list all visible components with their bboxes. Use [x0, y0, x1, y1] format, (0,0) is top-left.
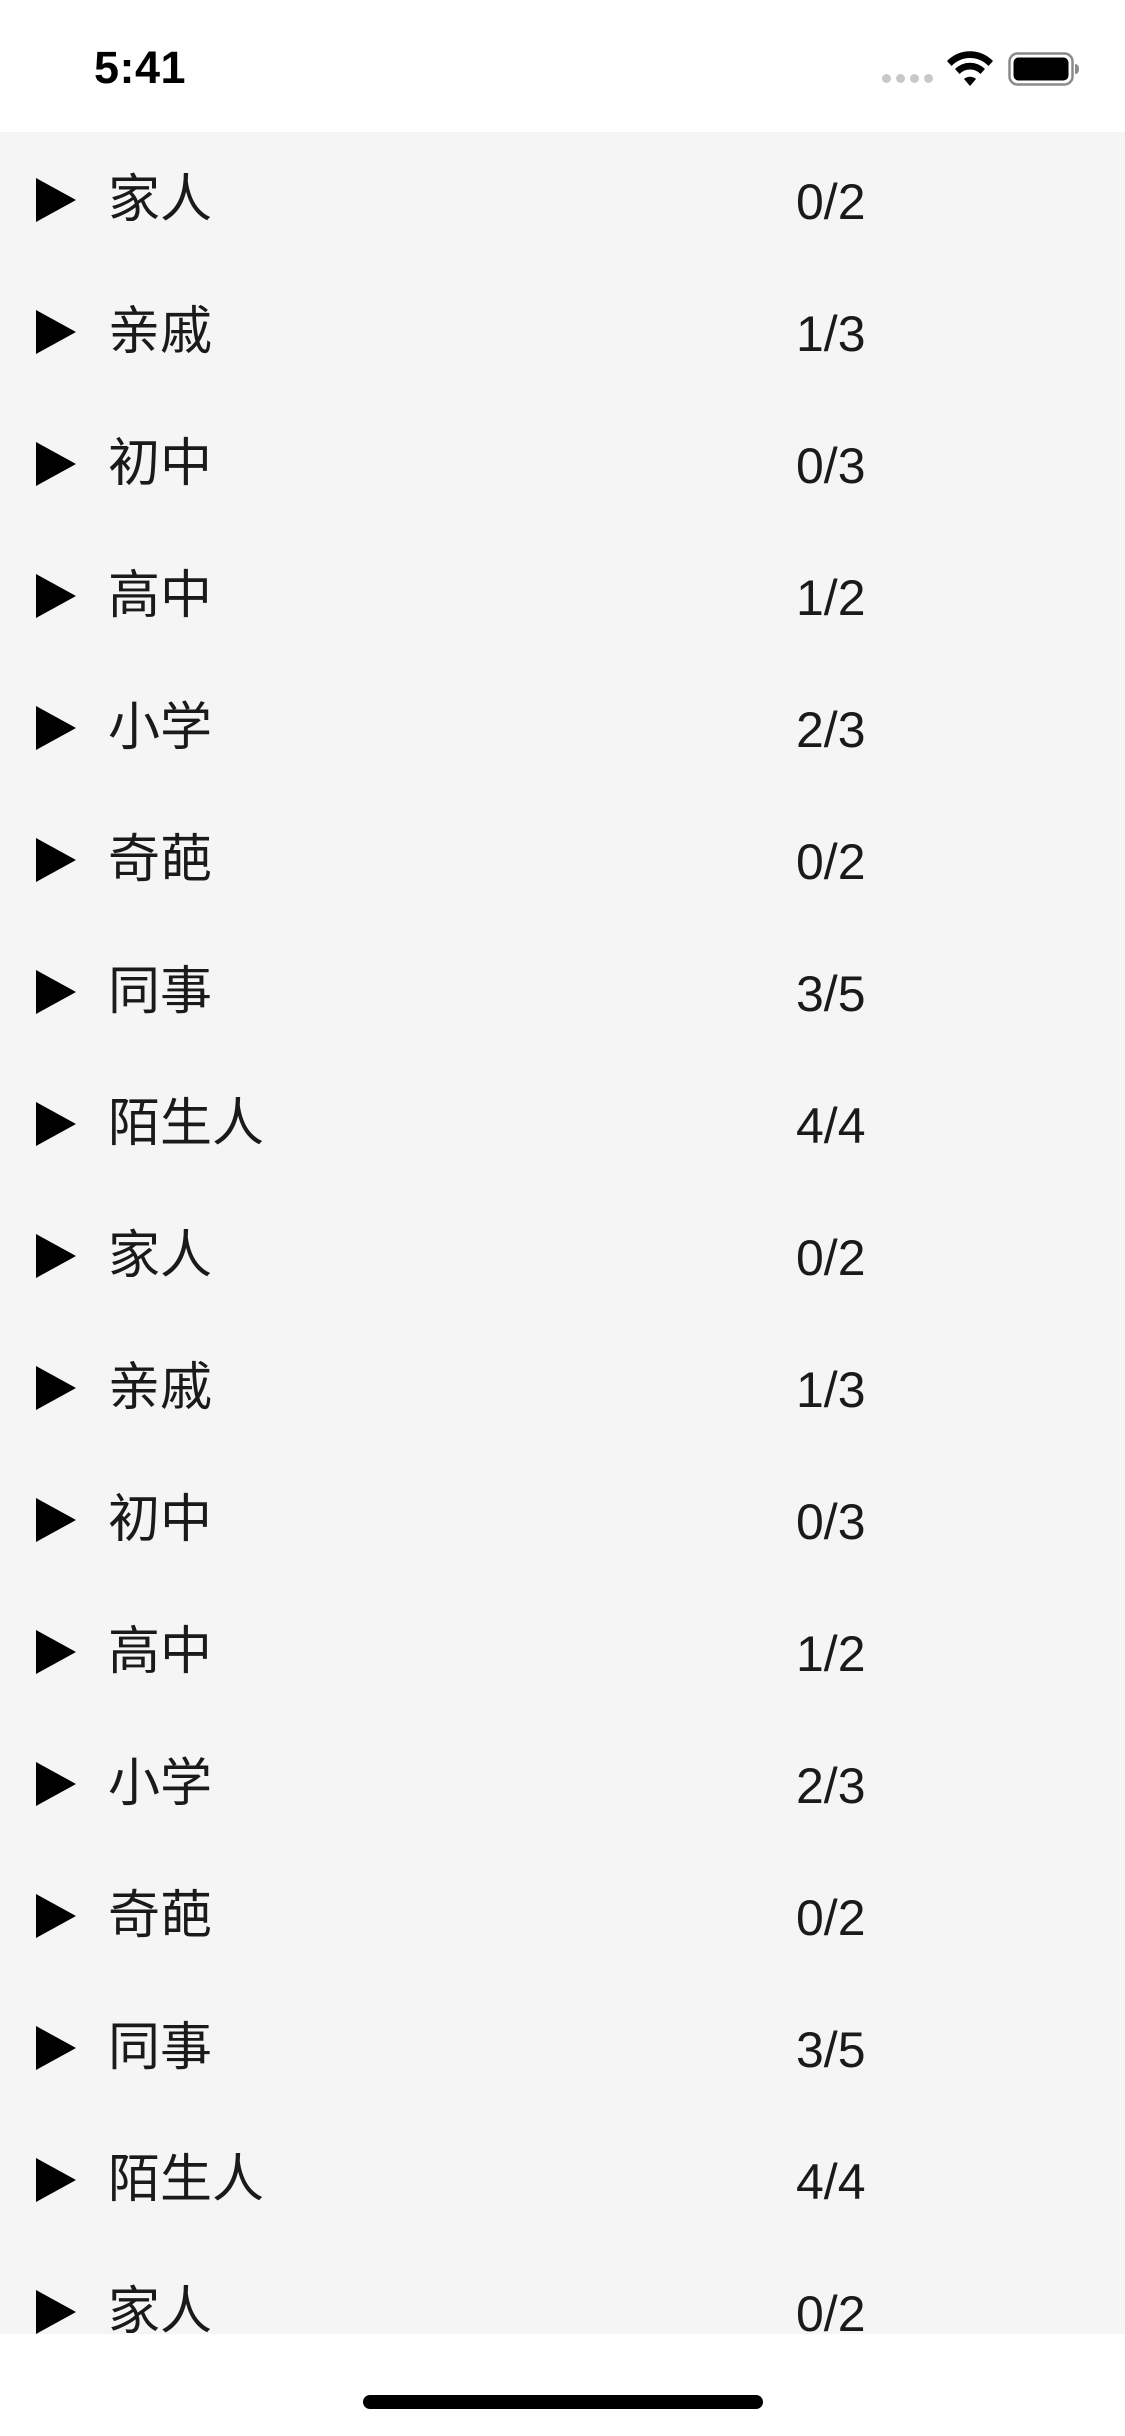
group-row[interactable]: 家人 0/2 — [0, 1188, 1125, 1320]
group-row[interactable]: 陌生人 4/4 — [0, 2112, 1125, 2244]
group-row[interactable]: 同事 3/5 — [0, 1980, 1125, 2112]
group-row[interactable]: 初中 0/3 — [0, 1452, 1125, 1584]
group-online-count: 3/5 — [796, 966, 866, 1022]
group-online-count: 0/2 — [796, 2286, 866, 2334]
expand-arrow-icon[interactable] — [34, 308, 78, 356]
group-row[interactable]: 同事 3/5 — [0, 924, 1125, 1056]
group-online-count: 1/2 — [796, 570, 866, 626]
group-name: 初中 — [108, 1490, 213, 1550]
group-online-count: 0/2 — [796, 834, 866, 890]
group-online-count: 0/2 — [796, 174, 866, 230]
group-online-count: 0/2 — [796, 1890, 866, 1946]
group-row[interactable]: 奇葩 0/2 — [0, 792, 1125, 924]
group-online-count: 1/2 — [796, 1626, 866, 1682]
group-name: 家人 — [108, 170, 213, 230]
group-name: 陌生人 — [108, 1094, 265, 1154]
group-row[interactable]: 高中 1/2 — [0, 528, 1125, 660]
group-name: 奇葩 — [108, 1886, 213, 1946]
expand-arrow-icon[interactable] — [34, 176, 78, 224]
group-name: 陌生人 — [108, 2150, 265, 2210]
group-online-count: 4/4 — [796, 1098, 866, 1154]
expand-arrow-icon[interactable] — [34, 968, 78, 1016]
status-time: 5:41 — [94, 42, 187, 93]
group-row[interactable]: 亲戚 1/3 — [0, 264, 1125, 396]
group-row[interactable]: 高中 1/2 — [0, 1584, 1125, 1716]
group-name: 家人 — [108, 1226, 213, 1286]
friend-group-list[interactable]: 家人 0/2 亲戚 1/3 初中 0/3 高中 1/2 小学 2/3 奇葩 0/2 同事 3/5 陌生人 4/… — [0, 132, 1125, 2334]
group-name: 奇葩 — [108, 830, 213, 890]
group-online-count: 0/2 — [796, 1230, 866, 1286]
group-online-count: 1/3 — [796, 1362, 866, 1418]
group-row[interactable]: 奇葩 0/2 — [0, 1848, 1125, 1980]
expand-arrow-icon[interactable] — [34, 1232, 78, 1280]
group-name: 高中 — [108, 1622, 213, 1682]
group-name: 小学 — [108, 1754, 213, 1814]
group-row[interactable]: 家人 0/2 — [0, 2244, 1125, 2334]
expand-arrow-icon[interactable] — [34, 2024, 78, 2072]
group-online-count: 3/5 — [796, 2022, 866, 2078]
group-online-count: 2/3 — [796, 702, 866, 758]
group-name: 小学 — [108, 698, 213, 758]
group-name: 初中 — [108, 434, 213, 494]
group-row[interactable]: 小学 2/3 — [0, 660, 1125, 792]
wifi-icon — [947, 51, 993, 86]
group-row[interactable]: 初中 0/3 — [0, 396, 1125, 528]
expand-arrow-icon[interactable] — [34, 1364, 78, 1412]
expand-arrow-icon[interactable] — [34, 1496, 78, 1544]
bottom-safe-area — [0, 2334, 1125, 2436]
group-online-count: 4/4 — [796, 2154, 866, 2210]
expand-arrow-icon[interactable] — [34, 704, 78, 752]
expand-arrow-icon[interactable] — [34, 2156, 78, 2204]
home-indicator[interactable] — [363, 2395, 763, 2409]
expand-arrow-icon[interactable] — [34, 1100, 78, 1148]
group-online-count: 0/3 — [796, 1494, 866, 1550]
group-row[interactable]: 小学 2/3 — [0, 1716, 1125, 1848]
expand-arrow-icon[interactable] — [34, 2288, 78, 2334]
expand-arrow-icon[interactable] — [34, 1892, 78, 1940]
group-name: 同事 — [108, 962, 213, 1022]
expand-arrow-icon[interactable] — [34, 1628, 78, 1676]
expand-arrow-icon[interactable] — [34, 1760, 78, 1808]
group-name: 同事 — [108, 2018, 213, 2078]
group-row[interactable]: 亲戚 1/3 — [0, 1320, 1125, 1452]
cellular-signal-icon — [882, 74, 934, 84]
expand-arrow-icon[interactable] — [34, 440, 78, 488]
group-name: 亲戚 — [108, 1358, 213, 1418]
group-name: 家人 — [108, 2282, 213, 2334]
group-online-count: 1/3 — [796, 306, 866, 362]
group-online-count: 0/3 — [796, 438, 866, 494]
group-name: 亲戚 — [108, 302, 213, 362]
status-bar: 5:41 — [0, 0, 1125, 132]
expand-arrow-icon[interactable] — [34, 836, 78, 884]
battery-icon — [1008, 52, 1079, 86]
group-name: 高中 — [108, 566, 213, 626]
group-row[interactable]: 陌生人 4/4 — [0, 1056, 1125, 1188]
expand-arrow-icon[interactable] — [34, 572, 78, 620]
group-online-count: 2/3 — [796, 1758, 866, 1814]
group-row[interactable]: 家人 0/2 — [0, 132, 1125, 264]
